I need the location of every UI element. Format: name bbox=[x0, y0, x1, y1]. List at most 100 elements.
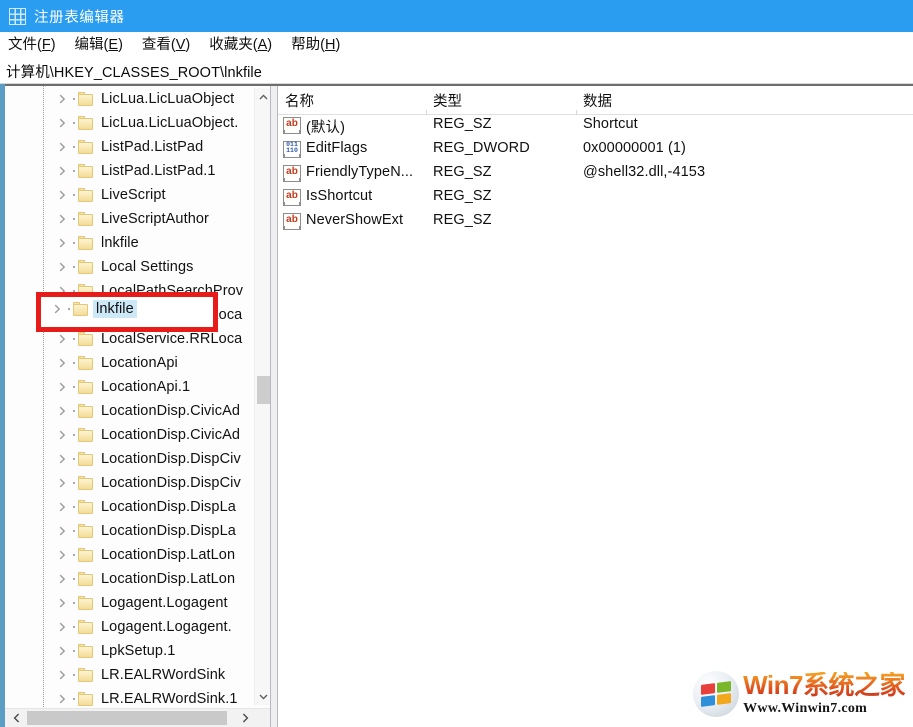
site-watermark: Win7系统之家 Www.Winwin7.com bbox=[693, 667, 905, 721]
column-header-2[interactable]: 数据 bbox=[583, 90, 612, 111]
value-row[interactable]: ab (默认) REG_SZ Shortcut bbox=[278, 114, 913, 138]
chevron-right-icon[interactable] bbox=[57, 454, 68, 465]
value-type: REG_SZ bbox=[433, 212, 492, 228]
tree-horizontal-scrollbar[interactable] bbox=[5, 708, 270, 727]
chevron-right-icon[interactable] bbox=[57, 238, 68, 249]
tree-item[interactable]: LocationApi.1 bbox=[5, 375, 255, 399]
tree-item[interactable]: Logagent.Logagent bbox=[5, 591, 255, 615]
chevron-right-icon[interactable] bbox=[57, 526, 68, 537]
tree-item[interactable]: LR.EALRWordSink bbox=[5, 663, 255, 687]
menu-item-0[interactable]: 文件(F) bbox=[8, 38, 56, 53]
chevron-right-icon[interactable] bbox=[57, 358, 68, 369]
scroll-up-icon[interactable] bbox=[255, 88, 270, 105]
value-row[interactable]: ab FriendlyTypeN... REG_SZ @shell32.dll,-41… bbox=[278, 162, 913, 186]
tree-item[interactable]: LiveScriptAuthor bbox=[5, 207, 255, 231]
folder-icon bbox=[73, 302, 89, 316]
chevron-right-icon[interactable] bbox=[57, 262, 68, 273]
menu-item-1[interactable]: 编辑(E) bbox=[75, 38, 123, 53]
pane-splitter[interactable] bbox=[270, 86, 278, 727]
tree-vscroll-thumb[interactable] bbox=[257, 376, 270, 404]
value-name: IsShortcut bbox=[306, 188, 373, 204]
tree-item[interactable]: LocationDisp.CivicAd bbox=[5, 423, 255, 447]
folder-icon bbox=[78, 140, 94, 154]
folder-icon bbox=[78, 596, 94, 610]
chevron-right-icon[interactable] bbox=[57, 574, 68, 585]
value-type: REG_SZ bbox=[433, 116, 492, 132]
tree-item[interactable]: LpkSetup.1 bbox=[5, 639, 255, 663]
tree-item[interactable]: LocationApi bbox=[5, 351, 255, 375]
value-row[interactable]: ab NeverShowExt REG_SZ bbox=[278, 210, 913, 234]
tree-line-dot bbox=[73, 170, 75, 172]
chevron-right-icon[interactable] bbox=[57, 670, 68, 681]
tree-item[interactable]: ListPad.ListPad bbox=[5, 135, 255, 159]
chevron-right-icon[interactable] bbox=[57, 94, 68, 105]
tree-hscroll-thumb[interactable] bbox=[27, 711, 227, 725]
tree-item-label: lnkfile bbox=[93, 300, 137, 318]
registry-tree-pane[interactable]: LicLua.LicLuaObject LicLua.LicLuaObject. L… bbox=[5, 86, 270, 727]
tree-item-label: LicLua.LicLuaObject bbox=[101, 91, 235, 107]
chevron-right-icon[interactable] bbox=[57, 622, 68, 633]
value-row[interactable]: 011 110 EditFlags REG_DWORD 0x00000001 (1) bbox=[278, 138, 913, 162]
chevron-right-icon[interactable] bbox=[57, 550, 68, 561]
tree-item-label: LR.EALRWordSink.1 bbox=[101, 691, 238, 707]
window-title: 注册表编辑器 bbox=[34, 9, 125, 26]
tree-item[interactable]: LiveScript bbox=[5, 183, 255, 207]
tree-item-label: LicLua.LicLuaObject. bbox=[101, 115, 239, 131]
tree-item[interactable]: LocationDisp.DispCiv bbox=[5, 447, 255, 471]
chevron-right-icon[interactable] bbox=[52, 304, 63, 315]
tree-item[interactable]: lnkfile bbox=[5, 231, 255, 255]
chevron-right-icon[interactable] bbox=[57, 142, 68, 153]
chevron-right-icon[interactable] bbox=[57, 118, 68, 129]
value-row[interactable]: ab IsShortcut REG_SZ bbox=[278, 186, 913, 210]
chevron-right-icon[interactable] bbox=[57, 430, 68, 441]
folder-icon bbox=[78, 452, 94, 466]
tree-item-lnkfile[interactable]: lnkfile bbox=[41, 297, 213, 321]
tree-line-dot bbox=[73, 650, 75, 652]
chevron-right-icon[interactable] bbox=[57, 478, 68, 489]
value-data: 0x00000001 (1) bbox=[583, 140, 686, 156]
scroll-left-icon[interactable] bbox=[7, 709, 25, 727]
chevron-right-icon[interactable] bbox=[57, 646, 68, 657]
chevron-right-icon[interactable] bbox=[57, 382, 68, 393]
chevron-right-icon[interactable] bbox=[57, 190, 68, 201]
tree-item[interactable]: LicLua.LicLuaObject. bbox=[5, 111, 255, 135]
chevron-right-icon[interactable] bbox=[57, 334, 68, 345]
folder-icon bbox=[78, 116, 94, 130]
chevron-right-icon[interactable] bbox=[57, 166, 68, 177]
chevron-right-icon[interactable] bbox=[57, 694, 68, 705]
chevron-right-icon[interactable] bbox=[57, 598, 68, 609]
folder-icon bbox=[78, 644, 94, 658]
tree-vertical-scrollbar[interactable] bbox=[254, 88, 270, 705]
column-header-1[interactable]: 类型 bbox=[433, 90, 462, 111]
menu-item-3[interactable]: 收藏夹(A) bbox=[209, 38, 272, 53]
tree-item-label: LocationDisp.DispLa bbox=[101, 523, 236, 539]
chevron-right-icon[interactable] bbox=[57, 214, 68, 225]
scroll-right-icon[interactable] bbox=[236, 709, 254, 727]
column-header-0[interactable]: 名称 bbox=[285, 90, 314, 111]
tree-line-dot bbox=[73, 98, 75, 100]
tree-item-label: LocationApi.1 bbox=[101, 379, 191, 395]
tree-item[interactable]: LocationDisp.DispCiv bbox=[5, 471, 255, 495]
tree-item[interactable]: LocationDisp.LatLon bbox=[5, 543, 255, 567]
tree-line-dot bbox=[73, 506, 75, 508]
tree-item[interactable]: LicLua.LicLuaObject bbox=[5, 87, 255, 111]
tree-item[interactable]: ListPad.ListPad.1 bbox=[5, 159, 255, 183]
tree-item[interactable]: Logagent.Logagent. bbox=[5, 615, 255, 639]
tree-item[interactable]: LocationDisp.LatLon bbox=[5, 567, 255, 591]
string-value-icon: ab bbox=[283, 165, 301, 182]
registry-values-pane[interactable]: 名称 类型 数据 ab (默认) REG_SZ Shortcut 011 110 EditFla… bbox=[278, 86, 913, 727]
menu-item-4[interactable]: 帮助(H) bbox=[291, 38, 340, 53]
tree-item[interactable]: LocationDisp.DispLa bbox=[5, 519, 255, 543]
tree-item[interactable]: LocationDisp.DispLa bbox=[5, 495, 255, 519]
string-value-icon: ab bbox=[283, 213, 301, 230]
tree-line-dot bbox=[73, 242, 75, 244]
folder-icon bbox=[78, 212, 94, 226]
menu-item-2[interactable]: 查看(V) bbox=[142, 38, 190, 53]
tree-item[interactable]: Local Settings bbox=[5, 255, 255, 279]
scroll-down-icon[interactable] bbox=[255, 688, 270, 705]
annotation-highlighted-row[interactable]: lnkfile bbox=[41, 297, 213, 327]
chevron-right-icon[interactable] bbox=[57, 502, 68, 513]
tree-item[interactable]: LocationDisp.CivicAd bbox=[5, 399, 255, 423]
chevron-right-icon[interactable] bbox=[57, 406, 68, 417]
address-bar[interactable]: 计算机\HKEY_CLASSES_ROOT\lnkfile bbox=[0, 59, 913, 84]
